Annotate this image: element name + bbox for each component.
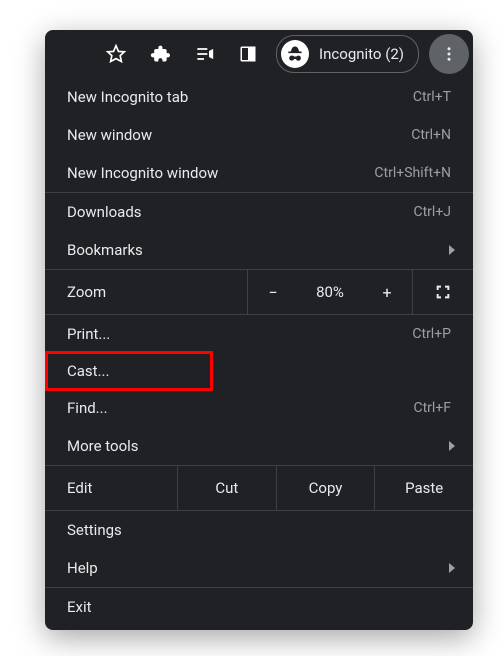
menu-item-label: New window (67, 126, 399, 144)
menu-item-label: New Incognito window (67, 164, 362, 182)
menu-new-window[interactable]: New window Ctrl+N (45, 116, 473, 154)
submenu-arrow-icon (449, 441, 455, 451)
menu-item-shortcut: Ctrl+F (413, 400, 451, 416)
menu-item-shortcut: Ctrl+P (412, 326, 451, 342)
menu-item-shortcut: Ctrl+J (413, 204, 451, 220)
edit-label: Edit (67, 479, 177, 497)
menu-item-shortcut: Ctrl+T (413, 89, 451, 105)
menu-item-label: More tools (67, 437, 451, 455)
zoom-out-button[interactable]: − (248, 270, 298, 314)
menu-new-incognito-window[interactable]: New Incognito window Ctrl+Shift+N (45, 154, 473, 192)
menu-settings[interactable]: Settings (45, 511, 473, 549)
edit-paste-button[interactable]: Paste (375, 466, 473, 510)
fullscreen-icon (435, 284, 451, 300)
menu-item-label: Exit (67, 598, 451, 616)
incognito-indicator-chip[interactable]: Incognito (2) (276, 35, 419, 73)
menu-zoom-row: Zoom − 80% + (45, 270, 473, 314)
menu-item-label: Print... (67, 325, 400, 343)
zoom-label: Zoom (67, 283, 247, 301)
edit-copy-button[interactable]: Copy (277, 466, 375, 510)
submenu-arrow-icon (449, 563, 455, 573)
incognito-avatar-icon (281, 40, 309, 68)
menu-more-tools[interactable]: More tools (45, 427, 473, 465)
side-panel-icon[interactable] (228, 34, 268, 74)
menu-button[interactable] (429, 34, 469, 74)
edit-cut-button[interactable]: Cut (178, 466, 276, 510)
menu-downloads[interactable]: Downloads Ctrl+J (45, 193, 473, 231)
menu-item-shortcut: Ctrl+N (411, 127, 451, 143)
chrome-overflow-menu-window: Incognito (2) New Incognito tab Ctrl+T N… (45, 30, 473, 630)
menu-item-label: Find... (67, 399, 401, 417)
menu-cast[interactable]: Cast... (45, 351, 213, 391)
zoom-level: 80% (298, 270, 362, 314)
menu-item-label: Cast... (67, 362, 191, 380)
menu-item-label: Bookmarks (67, 241, 451, 259)
menu-item-label: New Incognito tab (67, 88, 401, 106)
menu-print[interactable]: Print... Ctrl+P (45, 315, 473, 353)
submenu-arrow-icon (449, 245, 455, 255)
kebab-icon (440, 45, 458, 63)
menu-exit[interactable]: Exit (45, 588, 473, 626)
menu-help[interactable]: Help (45, 549, 473, 587)
menu-find[interactable]: Find... Ctrl+F (45, 389, 473, 427)
menu-edit-row: Edit Cut Copy Paste (45, 466, 473, 510)
incognito-label: Incognito (2) (319, 45, 404, 63)
menu-new-incognito-tab[interactable]: New Incognito tab Ctrl+T (45, 78, 473, 116)
menu-item-label: Settings (67, 521, 451, 539)
media-control-icon[interactable] (184, 34, 224, 74)
menu-item-label: Downloads (67, 203, 401, 221)
fullscreen-button[interactable] (413, 284, 473, 300)
extensions-icon[interactable] (140, 34, 180, 74)
menu-item-shortcut: Ctrl+Shift+N (374, 165, 451, 181)
overflow-menu: New Incognito tab Ctrl+T New window Ctrl… (45, 78, 473, 630)
menu-item-label: Help (67, 559, 451, 577)
browser-toolbar: Incognito (2) (45, 30, 473, 78)
bookmark-star-icon[interactable] (96, 34, 136, 74)
menu-bookmarks[interactable]: Bookmarks (45, 231, 473, 269)
zoom-in-button[interactable]: + (362, 270, 412, 314)
